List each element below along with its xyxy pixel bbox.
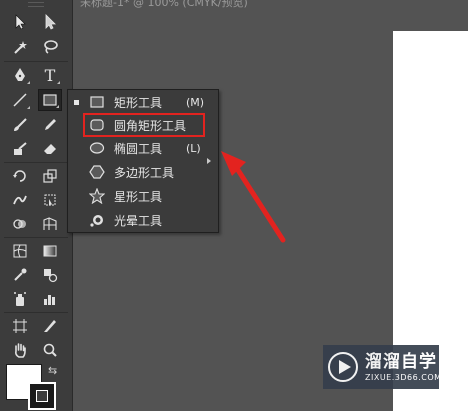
watermark-title: 溜溜自学 xyxy=(365,352,437,372)
watermark-url: ZIXUE.3D66.COM xyxy=(365,373,442,382)
watermark: 溜溜自学 ZIXUE.3D66.COM xyxy=(323,345,442,389)
play-logo-icon xyxy=(328,352,358,382)
